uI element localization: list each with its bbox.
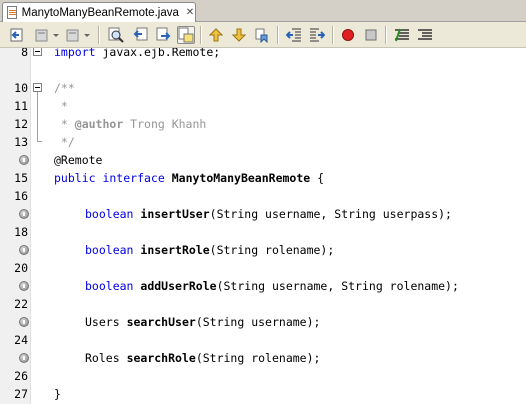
code-line-15: public interface ManytoManyBeanRemote { bbox=[54, 169, 324, 187]
code-line-17: boolean insertUser(String username, Stri… bbox=[85, 205, 452, 223]
code-line-25: Roles searchRole(String rolename); bbox=[85, 349, 320, 367]
code-line-12: * @author Trong Khanh bbox=[54, 115, 206, 133]
record-macro-icon[interactable] bbox=[339, 26, 357, 44]
forward-icon[interactable] bbox=[64, 26, 82, 44]
tab-label: ManytoManyBeanRemote.java bbox=[21, 6, 179, 19]
shift-right-icon[interactable] bbox=[308, 26, 326, 44]
line-number: 20 bbox=[14, 261, 28, 275]
back-to-source-icon[interactable] bbox=[9, 26, 27, 44]
line-number: 16 bbox=[14, 189, 28, 203]
editor-tab-bar: ManytoManyBeanRemote.java ✕ bbox=[0, 0, 526, 22]
code-text: (String username); bbox=[195, 315, 321, 329]
toolbar-separator bbox=[332, 26, 334, 44]
comment-icon[interactable] bbox=[393, 26, 411, 44]
line-number: 18 bbox=[14, 225, 28, 239]
fold-guide bbox=[37, 141, 42, 142]
line-number: 10 bbox=[14, 81, 28, 95]
implements-annotation-icon[interactable] bbox=[19, 317, 29, 327]
stop-macro-icon[interactable] bbox=[362, 26, 380, 44]
toolbar-separator bbox=[200, 26, 202, 44]
toolbar-separator bbox=[277, 26, 279, 44]
method-name: insertUser bbox=[140, 207, 210, 221]
chevron-down-icon[interactable] bbox=[84, 34, 90, 37]
code-text: (String username, String rolename); bbox=[216, 279, 459, 293]
fold-guide bbox=[37, 92, 38, 141]
find-previous-icon[interactable] bbox=[131, 26, 149, 44]
code-line-23: Users searchUser(String username); bbox=[85, 313, 320, 331]
line-number: 27 bbox=[14, 387, 28, 401]
previous-bookmark-icon[interactable] bbox=[207, 26, 225, 44]
toolbar-separator bbox=[98, 26, 100, 44]
implements-annotation-icon[interactable] bbox=[19, 353, 29, 363]
comment-text: /** bbox=[54, 81, 75, 95]
last-edit-icon[interactable] bbox=[33, 26, 51, 44]
code-text: { bbox=[310, 171, 325, 185]
toggle-bookmark-icon[interactable] bbox=[253, 26, 271, 44]
annotation-text: @Remote bbox=[54, 153, 103, 167]
line-number: 12 bbox=[14, 117, 28, 131]
code-text: (String rolename); bbox=[209, 243, 335, 257]
keyword: boolean bbox=[85, 279, 134, 293]
implements-annotation-icon[interactable] bbox=[19, 281, 29, 291]
comment-text: Trong Khanh bbox=[123, 117, 207, 131]
code-line-14: @Remote bbox=[54, 151, 102, 169]
comment-text: * bbox=[54, 99, 68, 113]
line-number: 26 bbox=[14, 369, 28, 383]
code-text: } bbox=[54, 387, 61, 401]
editor-toolbar bbox=[0, 22, 526, 48]
code-line-19: boolean insertRole(String rolename); bbox=[85, 241, 334, 259]
chevron-down-icon[interactable] bbox=[53, 34, 59, 37]
javadoc-tag: @author bbox=[74, 117, 124, 131]
line-number: 22 bbox=[14, 297, 28, 311]
keyword: public interface bbox=[54, 171, 165, 185]
toolbar-separator bbox=[385, 26, 387, 44]
implements-annotation-icon[interactable] bbox=[19, 245, 29, 255]
code-line-8: import javax.ejb.Remote; bbox=[54, 48, 220, 61]
line-number: 8 bbox=[21, 48, 28, 59]
code-text: (String rolename); bbox=[195, 351, 321, 365]
keyword: boolean bbox=[85, 207, 134, 221]
shift-left-icon[interactable] bbox=[285, 26, 303, 44]
type-name: Roles bbox=[85, 351, 120, 365]
toggle-highlight-icon[interactable] bbox=[177, 26, 195, 44]
method-name: searchRole bbox=[126, 351, 196, 365]
implements-annotation-icon[interactable] bbox=[19, 209, 29, 219]
interface-name: ManytoManyBeanRemote bbox=[171, 171, 311, 185]
line-number: 15 bbox=[14, 171, 28, 185]
keyword: import bbox=[54, 48, 96, 59]
method-name: insertRole bbox=[140, 243, 210, 257]
comment-text: */ bbox=[54, 135, 75, 149]
code-line-21: boolean addUserRole(String username, Str… bbox=[85, 277, 459, 295]
implements-annotation-icon[interactable] bbox=[19, 155, 29, 165]
method-name: addUserRole bbox=[140, 279, 217, 293]
line-number: 11 bbox=[14, 99, 28, 113]
java-file-icon bbox=[7, 6, 17, 19]
comment-text: * bbox=[54, 117, 75, 131]
fold-toggle-icon[interactable] bbox=[33, 83, 42, 92]
method-name: searchUser bbox=[126, 315, 196, 329]
code-line-27: } bbox=[54, 385, 61, 403]
close-icon[interactable]: ✕ bbox=[185, 7, 195, 18]
line-number: 24 bbox=[14, 333, 28, 347]
tab-manytomanybeanremote[interactable]: ManytoManyBeanRemote.java ✕ bbox=[2, 2, 196, 22]
type-name: Users bbox=[85, 315, 120, 329]
code-line-11: * bbox=[54, 97, 68, 115]
code-line-10: /** bbox=[54, 79, 75, 97]
fold-toggle-icon[interactable] bbox=[33, 48, 42, 56]
line-number-gutter: 8 10 11 12 13 15 16 18 20 22 24 26 27 bbox=[0, 48, 31, 404]
code-editor[interactable]: 8 10 11 12 13 15 16 18 20 22 24 26 27 im… bbox=[0, 48, 526, 404]
code-line-13: */ bbox=[54, 133, 75, 151]
uncomment-icon[interactable] bbox=[416, 26, 434, 44]
next-bookmark-icon[interactable] bbox=[230, 26, 248, 44]
find-icon[interactable] bbox=[107, 26, 125, 44]
find-next-icon[interactable] bbox=[155, 26, 173, 44]
keyword: boolean bbox=[85, 243, 134, 257]
code-text: (String username, String userpass); bbox=[209, 207, 452, 221]
line-number: 13 bbox=[14, 135, 28, 149]
code-text: javax.ejb.Remote; bbox=[95, 48, 221, 59]
